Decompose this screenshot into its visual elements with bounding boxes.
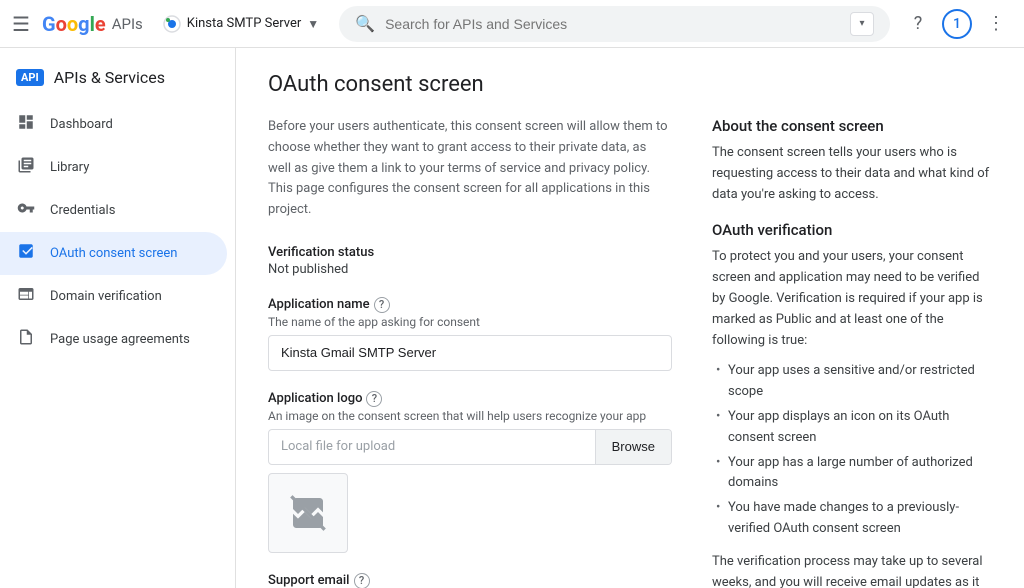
bullet-item-2: Your app has a large number of authorize…	[712, 453, 992, 495]
project-name: Kinsta SMTP Server	[187, 16, 301, 31]
sidebar-title: APIs & Services	[54, 68, 165, 87]
sidebar-header: API APIs & Services	[0, 56, 235, 103]
more-menu-button[interactable]: ⋮	[980, 8, 1012, 40]
content-layout: Before your users authenticate, this con…	[268, 117, 992, 588]
search-bar: 🔍 ▾	[339, 6, 890, 42]
content-right: About the consent screen The consent scr…	[712, 117, 992, 588]
sidebar-item-dashboard[interactable]: Dashboard	[0, 103, 227, 146]
support-email-help-icon[interactable]: ?	[354, 573, 370, 588]
support-email-label: Support email ?	[268, 573, 672, 588]
bullet-item-0: Your app uses a sensitive and/or restric…	[712, 361, 992, 403]
app-layout: API APIs & Services Dashboard Library Cr…	[0, 48, 1024, 588]
logo-apis-text: APIs	[112, 15, 143, 33]
user-avatar[interactable]: 1	[942, 9, 972, 39]
sidebar-item-credentials[interactable]: Credentials	[0, 189, 227, 232]
sidebar: API APIs & Services Dashboard Library Cr…	[0, 48, 236, 588]
sidebar-item-library[interactable]: Library	[0, 146, 227, 189]
sidebar-label-credentials: Credentials	[50, 203, 115, 218]
sidebar-item-domain-verification[interactable]: Domain verification	[0, 275, 227, 318]
image-placeholder	[268, 473, 348, 553]
bullet-item-1: Your app displays an icon on its OAuth c…	[712, 407, 992, 449]
usage-icon	[16, 328, 36, 351]
no-image-icon	[288, 493, 328, 533]
verification-status-value: Not published	[268, 262, 672, 277]
file-upload-placeholder: Local file for upload	[269, 439, 595, 454]
sidebar-label-page-usage: Page usage agreements	[50, 332, 190, 347]
app-logo-desc: An image on the consent screen that will…	[268, 409, 672, 423]
app-name-label: Application name ?	[268, 297, 672, 313]
domain-icon	[16, 285, 36, 308]
dashboard-icon	[16, 113, 36, 136]
app-logo-label: Application logo ?	[268, 391, 672, 407]
oauth-verification-title: OAuth verification	[712, 221, 992, 239]
menu-icon[interactable]: ☰	[12, 12, 30, 36]
project-selector[interactable]: Kinsta SMTP Server ▼	[155, 11, 327, 37]
file-upload-row: Local file for upload Browse	[268, 429, 672, 465]
app-name-desc: The name of the app asking for consent	[268, 315, 672, 329]
app-name-help-icon[interactable]: ?	[374, 297, 390, 313]
oauth-intro-text: To protect you and your users, your cons…	[712, 247, 992, 351]
search-arrow-btn[interactable]: ▾	[850, 12, 874, 36]
topbar: ☰ Google APIs Kinsta SMTP Server ▼ 🔍 ▾ ?…	[0, 0, 1024, 48]
api-badge: API	[16, 69, 44, 86]
sidebar-label-oauth-consent: OAuth consent screen	[50, 246, 177, 261]
oauth-icon	[16, 242, 36, 265]
project-dropdown-icon[interactable]: ▼	[307, 17, 319, 31]
topbar-actions: ? 1 ⋮	[902, 8, 1012, 40]
page-title: OAuth consent screen	[268, 72, 992, 97]
support-email-section: Support email ? Shown on the consent scr…	[268, 573, 672, 588]
library-icon	[16, 156, 36, 179]
sidebar-label-dashboard: Dashboard	[50, 117, 113, 132]
sidebar-label-library: Library	[50, 160, 89, 175]
app-name-section: Application name ? The name of the app a…	[268, 297, 672, 371]
intro-text: Before your users authenticate, this con…	[268, 117, 672, 221]
app-logo-section: Application logo ? An image on the conse…	[268, 391, 672, 553]
verification-status-section: Verification status Not published	[268, 245, 672, 277]
bullet-item-3: You have made changes to a previously-ve…	[712, 498, 992, 540]
sidebar-item-oauth-consent[interactable]: OAuth consent screen	[0, 232, 227, 275]
oauth-weeks-text: The verification process may take up to …	[712, 552, 992, 588]
search-input[interactable]	[385, 16, 840, 32]
consent-screen-text: The consent screen tells your users who …	[712, 143, 992, 205]
search-icon: 🔍	[355, 14, 375, 33]
consent-screen-title: About the consent screen	[712, 117, 992, 135]
main-content: OAuth consent screen Before your users a…	[236, 48, 1024, 588]
oauth-bullets-list: Your app uses a sensitive and/or restric…	[712, 361, 992, 539]
content-left: Before your users authenticate, this con…	[268, 117, 672, 588]
app-logo-help-icon[interactable]: ?	[366, 391, 382, 407]
app-name-input[interactable]	[268, 335, 672, 371]
sidebar-item-page-usage[interactable]: Page usage agreements	[0, 318, 227, 361]
verification-status-label: Verification status	[268, 245, 672, 260]
browse-button[interactable]: Browse	[595, 430, 671, 464]
google-apis-logo: Google APIs	[42, 12, 143, 36]
help-button[interactable]: ?	[902, 8, 934, 40]
project-dot-icon	[163, 15, 181, 33]
credentials-icon	[16, 199, 36, 222]
sidebar-label-domain-verification: Domain verification	[50, 289, 162, 304]
